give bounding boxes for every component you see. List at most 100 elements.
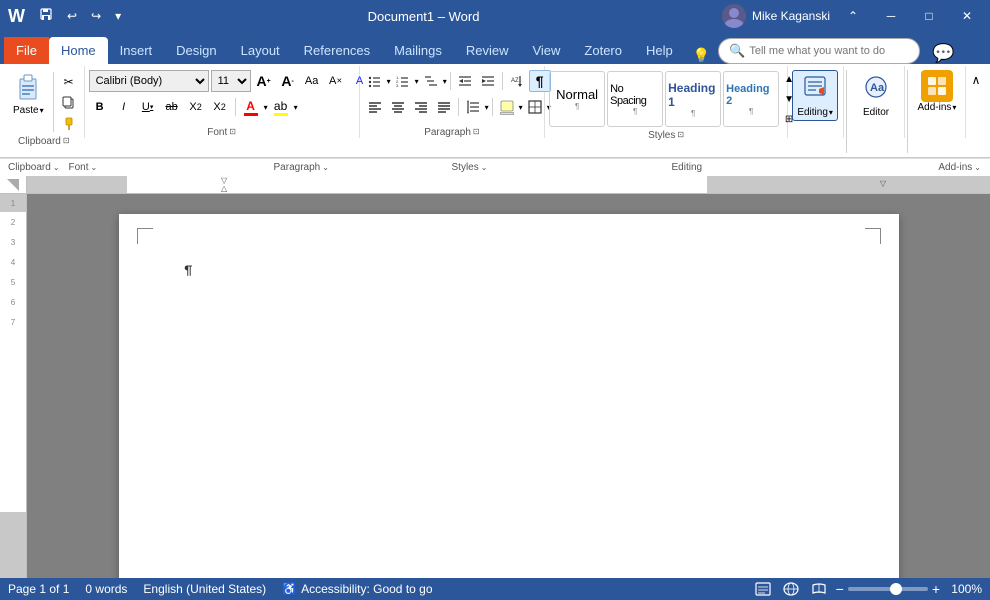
- tab-insert[interactable]: Insert: [108, 37, 165, 64]
- paste-button[interactable]: Paste▾: [8, 70, 49, 119]
- addins-label-expand[interactable]: ⌄: [974, 163, 981, 172]
- para-row2: ▾ ▾ ▾: [364, 96, 551, 118]
- close-button[interactable]: ✕: [952, 0, 982, 32]
- style-heading2[interactable]: Heading 2 ¶: [723, 71, 779, 127]
- superscript-button[interactable]: X2: [209, 96, 231, 118]
- horizontal-ruler[interactable]: ▽ △ ▽: [27, 176, 990, 194]
- multilevel-button[interactable]: [420, 70, 442, 92]
- word-count[interactable]: 0 words: [85, 582, 127, 596]
- zoom-in-button[interactable]: +: [932, 581, 940, 597]
- bullets-arrow[interactable]: ▾: [387, 77, 391, 86]
- font-label-expand[interactable]: ⌄: [91, 163, 98, 172]
- tab-review[interactable]: Review: [454, 37, 521, 64]
- styles-expand-icon[interactable]: ⊡: [677, 130, 684, 139]
- clipboard-expand-icon[interactable]: ⊡: [63, 136, 70, 145]
- tab-references[interactable]: References: [292, 37, 382, 64]
- view-read-mode[interactable]: [808, 581, 830, 597]
- tab-mailings[interactable]: Mailings: [382, 37, 454, 64]
- view-web-layout[interactable]: [780, 581, 802, 597]
- shading-button[interactable]: [496, 98, 518, 117]
- underline-button[interactable]: U▾: [137, 96, 159, 118]
- tab-view[interactable]: View: [520, 37, 572, 64]
- language[interactable]: English (United States): [143, 582, 266, 596]
- ruler-corner[interactable]: [0, 176, 27, 194]
- lightbulb-icon[interactable]: 💡: [693, 47, 710, 64]
- font-color-arrow[interactable]: ▾: [264, 103, 268, 112]
- styles-label-bottom: Styles ⌄: [448, 159, 668, 176]
- comments-icon[interactable]: 💬: [932, 43, 954, 64]
- numbering-button[interactable]: 1.2.3.: [392, 70, 414, 92]
- ribbon-display-options[interactable]: ⌃: [838, 0, 868, 32]
- tell-me-input[interactable]: [749, 45, 909, 57]
- multilevel-arrow[interactable]: ▾: [443, 77, 447, 86]
- line-spacing-button[interactable]: [462, 96, 484, 118]
- zoom-percentage[interactable]: 100%: [946, 582, 982, 596]
- font-expand-icon[interactable]: ⊡: [229, 127, 236, 136]
- increase-indent-button[interactable]: [477, 70, 499, 92]
- qat-customize[interactable]: ▾: [111, 7, 125, 25]
- strikethrough-button[interactable]: ab: [161, 96, 183, 118]
- qat-save[interactable]: [35, 6, 57, 27]
- format-painter-button[interactable]: [58, 114, 80, 134]
- editor-icon: Aa: [863, 73, 889, 107]
- style-normal[interactable]: Normal ¶: [549, 71, 605, 127]
- svg-text:3.: 3.: [396, 83, 399, 88]
- zoom-out-button[interactable]: −: [836, 581, 844, 597]
- font-face-select[interactable]: Calibri (Body): [89, 70, 209, 92]
- sort-button[interactable]: AZ: [506, 70, 528, 92]
- change-case-button[interactable]: Aa: [301, 70, 323, 92]
- style-no-spacing[interactable]: No Spacing ¶: [607, 71, 663, 127]
- tab-zotero[interactable]: Zotero: [572, 37, 634, 64]
- hanging-indent-marker[interactable]: △: [221, 184, 227, 193]
- clipboard-label-expand[interactable]: ⌄: [53, 163, 60, 172]
- line-spacing-arrow[interactable]: ▾: [485, 103, 489, 112]
- user-area[interactable]: Mike Kaganski: [722, 4, 830, 28]
- decrease-indent-button[interactable]: [454, 70, 476, 92]
- addins-button[interactable]: Add-ins ▾: [914, 70, 960, 113]
- zoom-slider-thumb[interactable]: [890, 583, 902, 595]
- tab-file[interactable]: File: [4, 37, 49, 64]
- document-area[interactable]: ¶: [27, 194, 990, 578]
- right-indent-marker[interactable]: ▽: [880, 179, 886, 188]
- styles-label-expand[interactable]: ⌄: [481, 163, 488, 172]
- clear-formatting-button[interactable]: A✕: [325, 70, 347, 92]
- accessibility[interactable]: ♿ Accessibility: Good to go: [282, 582, 432, 596]
- justify-button[interactable]: [433, 96, 455, 118]
- tab-layout[interactable]: Layout: [229, 37, 292, 64]
- view-print-layout[interactable]: [752, 581, 774, 597]
- tab-help[interactable]: Help: [634, 37, 685, 64]
- restore-button[interactable]: □: [914, 0, 944, 32]
- italic-button[interactable]: I: [113, 96, 135, 118]
- numbering-arrow[interactable]: ▾: [415, 77, 419, 86]
- editing-button[interactable]: Editing ▾: [792, 70, 838, 121]
- collapse-ribbon-button[interactable]: ∧: [966, 70, 986, 90]
- borders-button[interactable]: [524, 96, 546, 118]
- tell-me-box[interactable]: 🔍: [718, 38, 920, 64]
- copy-button[interactable]: [58, 93, 80, 113]
- font-shrink-button[interactable]: A-: [277, 70, 299, 92]
- tab-design[interactable]: Design: [164, 37, 228, 64]
- align-left-button[interactable]: [364, 96, 386, 118]
- qat-redo[interactable]: ↪: [87, 7, 105, 25]
- paragraph-label-expand[interactable]: ⌄: [322, 163, 329, 172]
- font-grow-button[interactable]: A+: [253, 70, 275, 92]
- tab-home[interactable]: Home: [49, 37, 108, 64]
- page-info[interactable]: Page 1 of 1: [8, 582, 69, 596]
- font-size-select[interactable]: 11: [211, 70, 251, 92]
- align-right-button[interactable]: [410, 96, 432, 118]
- bold-button[interactable]: B: [89, 96, 111, 118]
- align-center-button[interactable]: [387, 96, 409, 118]
- style-heading1[interactable]: Heading 1 ¶: [665, 71, 721, 127]
- bullets-button[interactable]: [364, 70, 386, 92]
- cut-button[interactable]: ✂: [58, 72, 80, 92]
- highlight-arrow[interactable]: ▾: [294, 103, 298, 112]
- highlight-button[interactable]: ab: [270, 97, 292, 118]
- font-color-button[interactable]: A: [240, 97, 262, 118]
- editor-button[interactable]: Aa Editor: [853, 70, 899, 121]
- paragraph-expand-icon[interactable]: ⊡: [473, 127, 480, 136]
- zoom-slider-track[interactable]: [848, 587, 928, 591]
- qat-undo[interactable]: ↩: [63, 7, 81, 25]
- shading-arrow[interactable]: ▾: [519, 103, 523, 112]
- subscript-button[interactable]: X2: [185, 96, 207, 118]
- minimize-button[interactable]: ─: [876, 0, 906, 32]
